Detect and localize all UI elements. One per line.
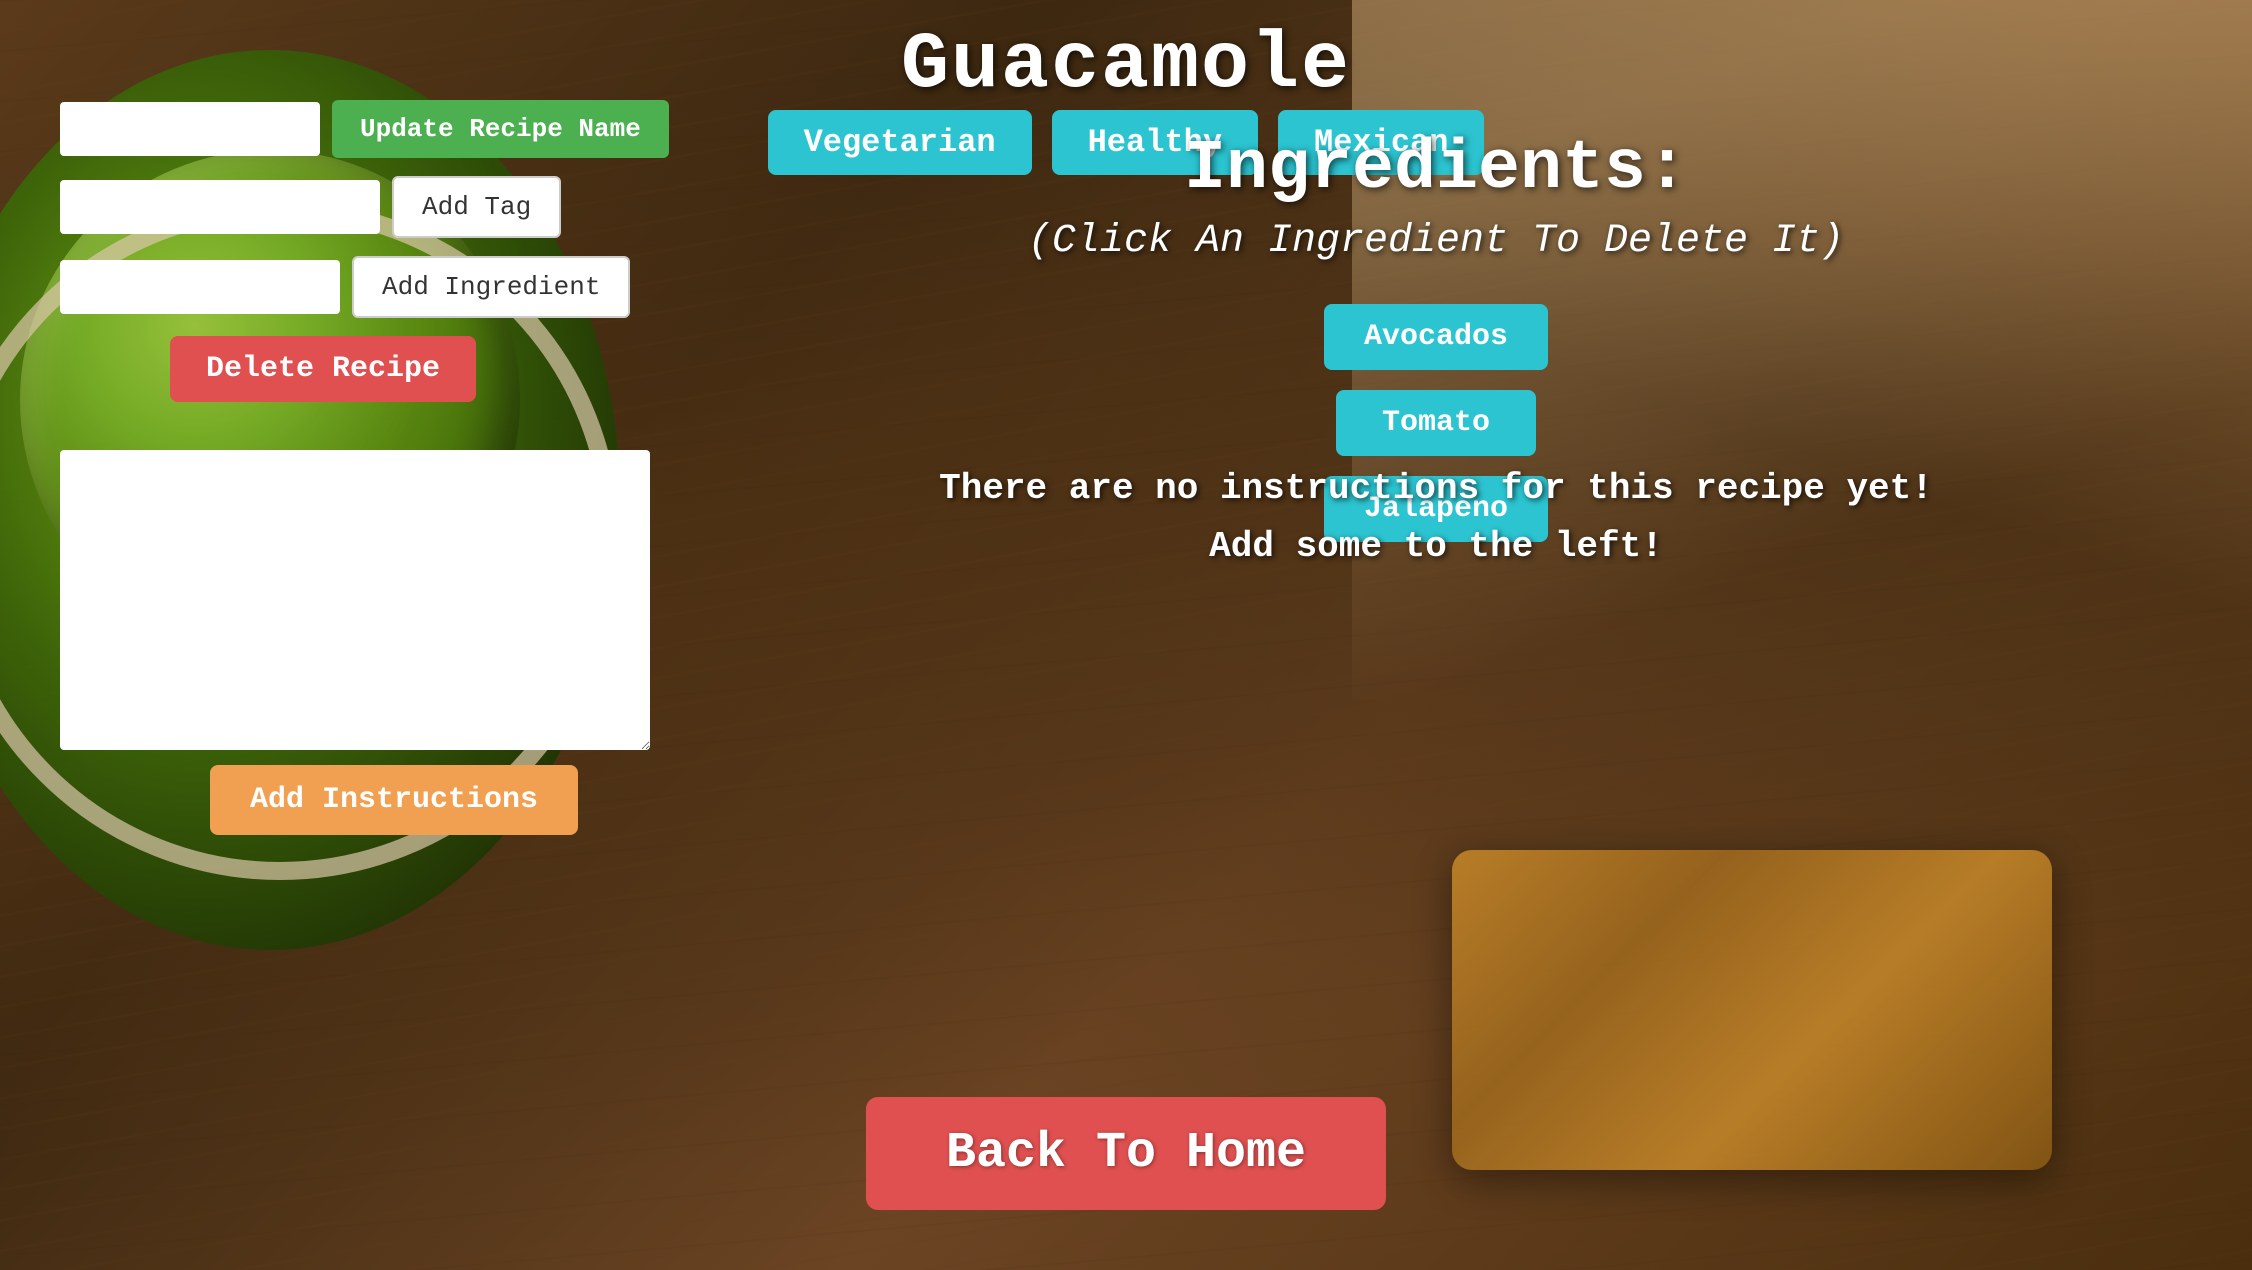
instructions-textarea[interactable] — [60, 450, 650, 750]
ingredients-subtitle: (Click An Ingredient To Delete It) — [680, 219, 2192, 264]
add-ingredient-button[interactable]: Add Ingredient — [352, 256, 630, 318]
update-recipe-name-row: Update Recipe Name — [60, 100, 669, 158]
no-instructions-message: There are no instructions for this recip… — [680, 460, 2192, 575]
ingredient-tomato[interactable]: Tomato — [1336, 390, 1536, 456]
add-ingredient-row: Add Ingredient — [60, 256, 669, 318]
ingredient-avocados[interactable]: Avocados — [1324, 304, 1548, 370]
tag-input[interactable] — [60, 180, 380, 234]
no-instructions-text-content: There are no instructions for this recip… — [939, 468, 1933, 567]
ingredient-input[interactable] — [60, 260, 340, 314]
left-controls-panel: Update Recipe Name Add Tag Add Ingredien… — [60, 100, 669, 402]
add-tag-row: Add Tag — [60, 176, 669, 238]
page-title: Guacamole — [0, 0, 2252, 111]
cutting-board-decoration — [1452, 850, 2052, 1170]
delete-recipe-button[interactable]: Delete Recipe — [170, 336, 476, 402]
add-instructions-button[interactable]: Add Instructions — [210, 765, 578, 835]
add-tag-button[interactable]: Add Tag — [392, 176, 561, 238]
ingredients-title: Ingredients: — [680, 130, 2192, 209]
update-recipe-name-button[interactable]: Update Recipe Name — [332, 100, 669, 158]
recipe-name-input[interactable] — [60, 102, 320, 156]
back-to-home-button[interactable]: Back To Home — [866, 1097, 1386, 1210]
